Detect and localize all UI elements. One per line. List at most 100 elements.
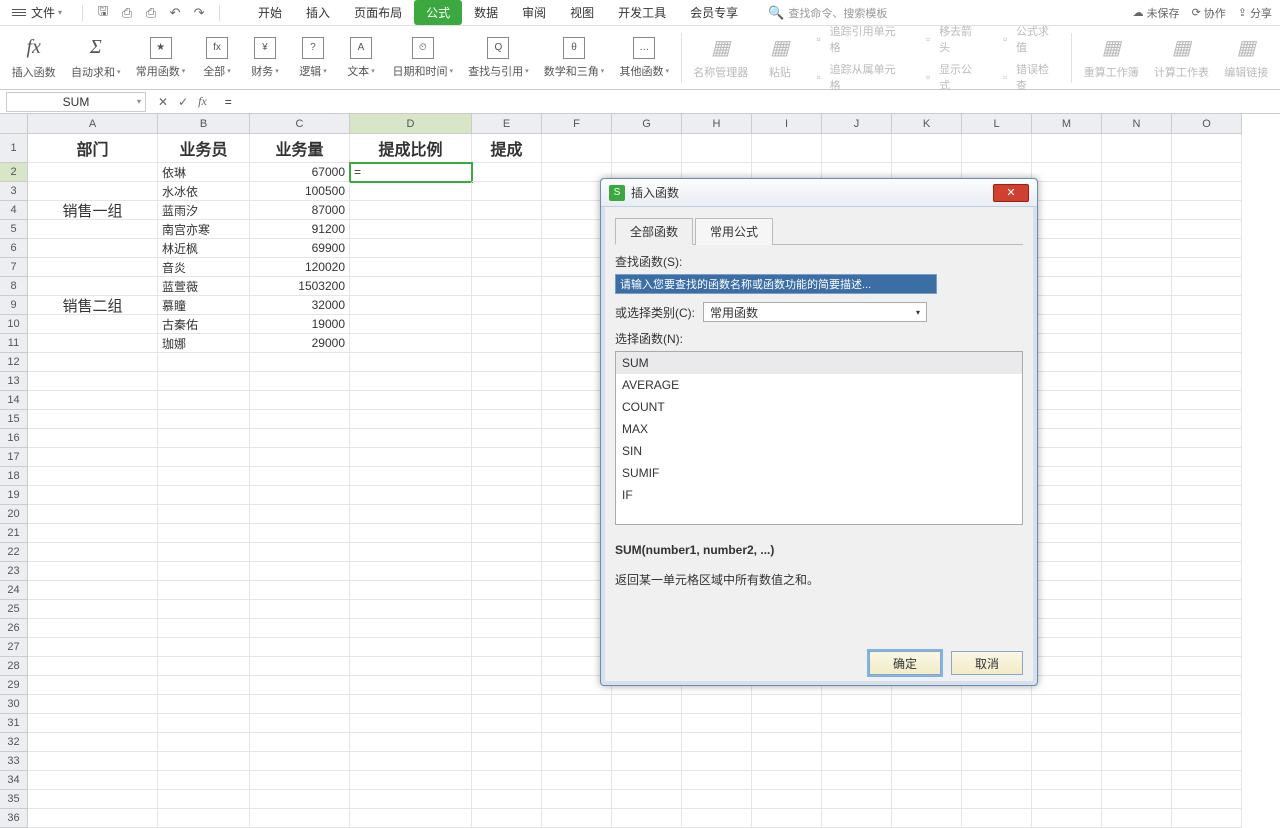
cell-E26[interactable] [472,619,542,638]
row-header-8[interactable]: 8 [0,277,28,296]
cell-M28[interactable] [1032,657,1102,676]
row-header-28[interactable]: 28 [0,657,28,676]
tab-3[interactable]: 公式 [414,0,462,25]
cell-M9[interactable] [1032,296,1102,315]
cell-A33[interactable] [28,752,158,771]
cell-N3[interactable] [1102,182,1172,201]
cell-O4[interactable] [1172,201,1242,220]
function-item-IF[interactable]: IF [616,484,1022,506]
cell-C18[interactable] [250,467,350,486]
row-header-21[interactable]: 21 [0,524,28,543]
cell-A30[interactable] [28,695,158,714]
cell-B3[interactable]: 水冰依 [158,182,250,201]
cell-C8[interactable]: 1503200 [250,277,350,296]
row-header-6[interactable]: 6 [0,239,28,258]
row-header-7[interactable]: 7 [0,258,28,277]
cell-C22[interactable] [250,543,350,562]
row-header-34[interactable]: 34 [0,771,28,790]
cell-M26[interactable] [1032,619,1102,638]
cell-B17[interactable] [158,448,250,467]
cell-A3[interactable] [28,182,158,201]
cell-C11[interactable]: 29000 [250,334,350,353]
cell-E23[interactable] [472,562,542,581]
cell-K1[interactable] [892,134,962,163]
cell-N20[interactable] [1102,505,1172,524]
cell-O14[interactable] [1172,391,1242,410]
cell-N24[interactable] [1102,581,1172,600]
cell-N15[interactable] [1102,410,1172,429]
ribbon-文本[interactable]: A文本▾ [337,33,385,83]
col-header-F[interactable]: F [542,114,612,134]
cell-I34[interactable] [752,771,822,790]
row-header-25[interactable]: 25 [0,600,28,619]
cell-A23[interactable] [28,562,158,581]
row-header-33[interactable]: 33 [0,752,28,771]
cell-E17[interactable] [472,448,542,467]
cell-N1[interactable] [1102,134,1172,163]
cell-A24[interactable] [28,581,158,600]
cell-C27[interactable] [250,638,350,657]
cell-B10[interactable]: 古秦佑 [158,315,250,334]
cell-A29[interactable] [28,676,158,695]
cell-E34[interactable] [472,771,542,790]
cell-E36[interactable] [472,809,542,828]
cell-C3[interactable]: 100500 [250,182,350,201]
cell-O32[interactable] [1172,733,1242,752]
cell-N25[interactable] [1102,600,1172,619]
cell-E16[interactable] [472,429,542,448]
cell-B12[interactable] [158,353,250,372]
ribbon-日期和时间[interactable]: ⏲日期和时间▾ [385,33,461,83]
cell-E1[interactable]: 提成 [472,134,542,163]
cell-A12[interactable] [28,353,158,372]
cell-D9[interactable] [350,296,472,315]
ribbon-全部[interactable]: fx全部▾ [193,33,241,83]
cell-O28[interactable] [1172,657,1242,676]
cell-E31[interactable] [472,714,542,733]
cell-C1[interactable]: 业务量 [250,134,350,163]
cell-D23[interactable] [350,562,472,581]
col-header-A[interactable]: A [28,114,158,134]
cell-N30[interactable] [1102,695,1172,714]
col-header-O[interactable]: O [1172,114,1242,134]
function-search-input[interactable]: 请输入您要查找的函数名称或函数功能的简要描述... [615,274,937,294]
cell-C28[interactable] [250,657,350,676]
cell-N7[interactable] [1102,258,1172,277]
cell-B1[interactable]: 业务员 [158,134,250,163]
function-item-COUNT[interactable]: COUNT [616,396,1022,418]
cell-E20[interactable] [472,505,542,524]
cell-E28[interactable] [472,657,542,676]
cell-O22[interactable] [1172,543,1242,562]
cell-L1[interactable] [962,134,1032,163]
row-header-31[interactable]: 31 [0,714,28,733]
cell-A27[interactable] [28,638,158,657]
ribbon-财务[interactable]: ¥财务▾ [241,33,289,83]
cell-B14[interactable] [158,391,250,410]
cell-O26[interactable] [1172,619,1242,638]
cell-M10[interactable] [1032,315,1102,334]
cell-E11[interactable] [472,334,542,353]
cell-E2[interactable] [472,163,542,182]
cell-O19[interactable] [1172,486,1242,505]
cell-D16[interactable] [350,429,472,448]
cell-C10[interactable]: 19000 [250,315,350,334]
cell-L34[interactable] [962,771,1032,790]
cell-K32[interactable] [892,733,962,752]
cell-B30[interactable] [158,695,250,714]
cell-M1[interactable] [1032,134,1102,163]
tab-8[interactable]: 会员专享 [678,0,750,25]
cell-E7[interactable] [472,258,542,277]
row-header-15[interactable]: 15 [0,410,28,429]
cell-M6[interactable] [1032,239,1102,258]
cell-C9[interactable]: 32000 [250,296,350,315]
cell-D6[interactable] [350,239,472,258]
cell-H32[interactable] [682,733,752,752]
cell-B36[interactable] [158,809,250,828]
cell-N36[interactable] [1102,809,1172,828]
cell-N23[interactable] [1102,562,1172,581]
row-header-12[interactable]: 12 [0,353,28,372]
cell-C19[interactable] [250,486,350,505]
row-header-3[interactable]: 3 [0,182,28,201]
cell-B6[interactable]: 林近枫 [158,239,250,258]
cell-A11[interactable] [28,334,158,353]
row-header-18[interactable]: 18 [0,467,28,486]
